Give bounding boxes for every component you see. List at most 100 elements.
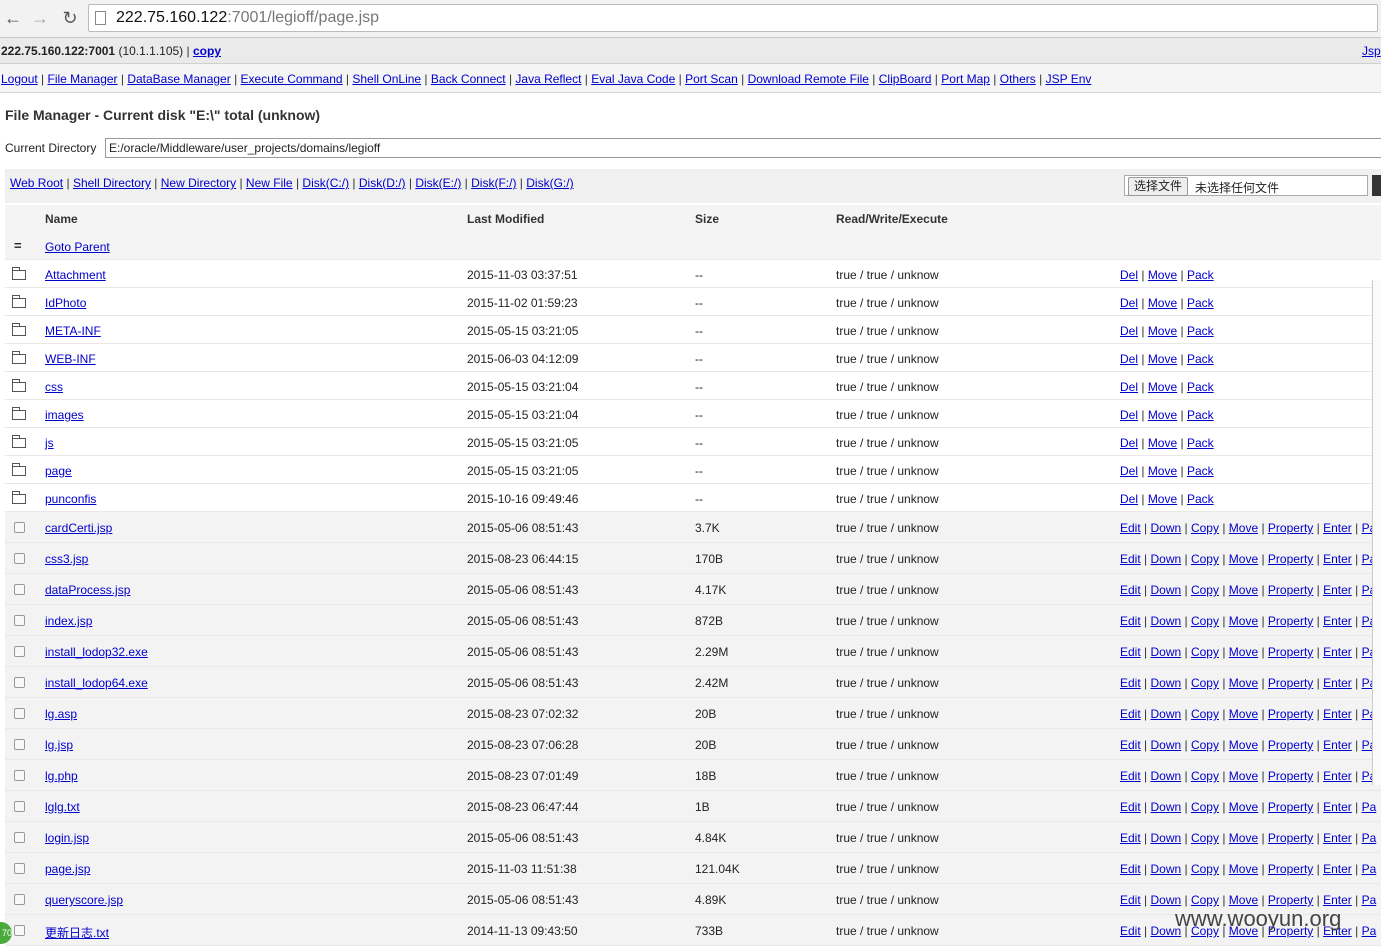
file-checkbox[interactable] xyxy=(14,522,25,533)
copy-action[interactable]: Copy xyxy=(1191,614,1219,628)
goto-parent-link[interactable]: Goto Parent xyxy=(45,240,110,254)
menu-execute-command[interactable]: Execute Command xyxy=(241,72,343,86)
toolbar-new-directory[interactable]: New Directory xyxy=(161,176,236,190)
address-bar[interactable]: 222.75.160.122:7001/legioff/page.jsp xyxy=(88,4,1378,32)
edit-action[interactable]: Edit xyxy=(1120,552,1141,566)
file-name-link[interactable]: index.jsp xyxy=(45,614,92,628)
edit-action[interactable]: Edit xyxy=(1120,614,1141,628)
file-checkbox[interactable] xyxy=(14,894,25,905)
move-action[interactable]: Move xyxy=(1229,707,1258,721)
file-checkbox[interactable] xyxy=(14,925,25,936)
file-checkbox[interactable] xyxy=(14,770,25,781)
del-action[interactable]: Del xyxy=(1120,464,1138,478)
edit-action[interactable]: Edit xyxy=(1120,521,1141,535)
file-name-link[interactable]: lglg.txt xyxy=(45,800,80,814)
down-action[interactable]: Down xyxy=(1150,614,1181,628)
move-action[interactable]: Move xyxy=(1229,521,1258,535)
enter-action[interactable]: Enter xyxy=(1323,893,1352,907)
folder-name-link[interactable]: WEB-INF xyxy=(45,352,96,366)
folder-name-link[interactable]: Attachment xyxy=(45,268,106,282)
menu-port-scan[interactable]: Port Scan xyxy=(685,72,738,86)
property-action[interactable]: Property xyxy=(1268,676,1313,690)
jsp-link[interactable]: Jsp xyxy=(1362,44,1381,58)
enter-action[interactable]: Enter xyxy=(1323,552,1352,566)
toolbar-disk-g[interactable]: Disk(G:/) xyxy=(526,176,573,190)
pack-action[interactable]: Pack xyxy=(1187,296,1214,310)
copy-link[interactable]: copy xyxy=(193,44,221,58)
move-action[interactable]: Move xyxy=(1148,380,1177,394)
back-arrow-icon[interactable]: ← xyxy=(3,8,23,28)
copy-action[interactable]: Copy xyxy=(1191,769,1219,783)
property-action[interactable]: Property xyxy=(1268,707,1313,721)
menu-clipboard[interactable]: ClipBoard xyxy=(879,72,932,86)
file-name-link[interactable]: css3.jsp xyxy=(45,552,88,566)
down-action[interactable]: Down xyxy=(1150,831,1181,845)
down-action[interactable]: Down xyxy=(1150,645,1181,659)
enter-action[interactable]: Enter xyxy=(1323,614,1352,628)
enter-action[interactable]: Enter xyxy=(1323,676,1352,690)
move-action[interactable]: Move xyxy=(1229,862,1258,876)
enter-action[interactable]: Enter xyxy=(1323,831,1352,845)
toolbar-disk-d[interactable]: Disk(D:/) xyxy=(359,176,406,190)
down-action[interactable]: Down xyxy=(1150,583,1181,597)
toolbar-disk-f[interactable]: Disk(F:/) xyxy=(471,176,516,190)
move-action[interactable]: Move xyxy=(1148,324,1177,338)
pack-action[interactable]: Pack xyxy=(1187,324,1214,338)
file-checkbox[interactable] xyxy=(14,615,25,626)
copy-action[interactable]: Copy xyxy=(1191,738,1219,752)
pack-action[interactable]: Pack xyxy=(1187,492,1214,506)
edit-action[interactable]: Edit xyxy=(1120,831,1141,845)
menu-download-remote-file[interactable]: Download Remote File xyxy=(748,72,869,86)
pack-action[interactable]: Pack xyxy=(1187,352,1214,366)
del-action[interactable]: Del xyxy=(1120,352,1138,366)
edit-action[interactable]: Edit xyxy=(1120,924,1141,938)
edit-action[interactable]: Edit xyxy=(1120,645,1141,659)
toolbar-disk-c[interactable]: Disk(C:/) xyxy=(302,176,349,190)
down-action[interactable]: Down xyxy=(1150,769,1181,783)
property-action[interactable]: Property xyxy=(1268,769,1313,783)
file-name-link[interactable]: page.jsp xyxy=(45,862,90,876)
move-action[interactable]: Move xyxy=(1229,769,1258,783)
file-name-link[interactable]: lg.jsp xyxy=(45,738,73,752)
del-action[interactable]: Del xyxy=(1120,380,1138,394)
del-action[interactable]: Del xyxy=(1120,296,1138,310)
menu-back-connect[interactable]: Back Connect xyxy=(431,72,506,86)
file-checkbox[interactable] xyxy=(14,739,25,750)
property-action[interactable]: Property xyxy=(1268,552,1313,566)
file-name-link[interactable]: cardCerti.jsp xyxy=(45,521,112,535)
file-checkbox[interactable] xyxy=(14,801,25,812)
copy-action[interactable]: Copy xyxy=(1191,707,1219,721)
move-action[interactable]: Move xyxy=(1148,464,1177,478)
edit-action[interactable]: Edit xyxy=(1120,893,1141,907)
toolbar-web-root[interactable]: Web Root xyxy=(10,176,63,190)
property-action[interactable]: Property xyxy=(1268,862,1313,876)
menu-others[interactable]: Others xyxy=(1000,72,1036,86)
pack-action[interactable]: Pack xyxy=(1187,408,1214,422)
enter-action[interactable]: Enter xyxy=(1323,645,1352,659)
enter-action[interactable]: Enter xyxy=(1323,738,1352,752)
pa-action[interactable]: Pa xyxy=(1362,924,1377,938)
copy-action[interactable]: Copy xyxy=(1191,893,1219,907)
down-action[interactable]: Down xyxy=(1150,800,1181,814)
pa-action[interactable]: Pa xyxy=(1362,893,1377,907)
file-name-link[interactable]: lg.asp xyxy=(45,707,77,721)
upload-button[interactable] xyxy=(1372,175,1381,196)
current-directory-input[interactable] xyxy=(105,138,1381,158)
del-action[interactable]: Del xyxy=(1120,324,1138,338)
folder-name-link[interactable]: page xyxy=(45,464,72,478)
pack-action[interactable]: Pack xyxy=(1187,268,1214,282)
move-action[interactable]: Move xyxy=(1229,893,1258,907)
file-name-link[interactable]: queryscore.jsp xyxy=(45,893,123,907)
menu-database-manager[interactable]: DataBase Manager xyxy=(127,72,230,86)
pack-action[interactable]: Pack xyxy=(1187,464,1214,478)
del-action[interactable]: Del xyxy=(1120,492,1138,506)
edit-action[interactable]: Edit xyxy=(1120,862,1141,876)
file-name-link[interactable]: lg.php xyxy=(45,769,78,783)
menu-shell-online[interactable]: Shell OnLine xyxy=(352,72,421,86)
property-action[interactable]: Property xyxy=(1268,645,1313,659)
del-action[interactable]: Del xyxy=(1120,408,1138,422)
copy-action[interactable]: Copy xyxy=(1191,521,1219,535)
move-action[interactable]: Move xyxy=(1148,352,1177,366)
property-action[interactable]: Property xyxy=(1268,893,1313,907)
move-action[interactable]: Move xyxy=(1148,268,1177,282)
